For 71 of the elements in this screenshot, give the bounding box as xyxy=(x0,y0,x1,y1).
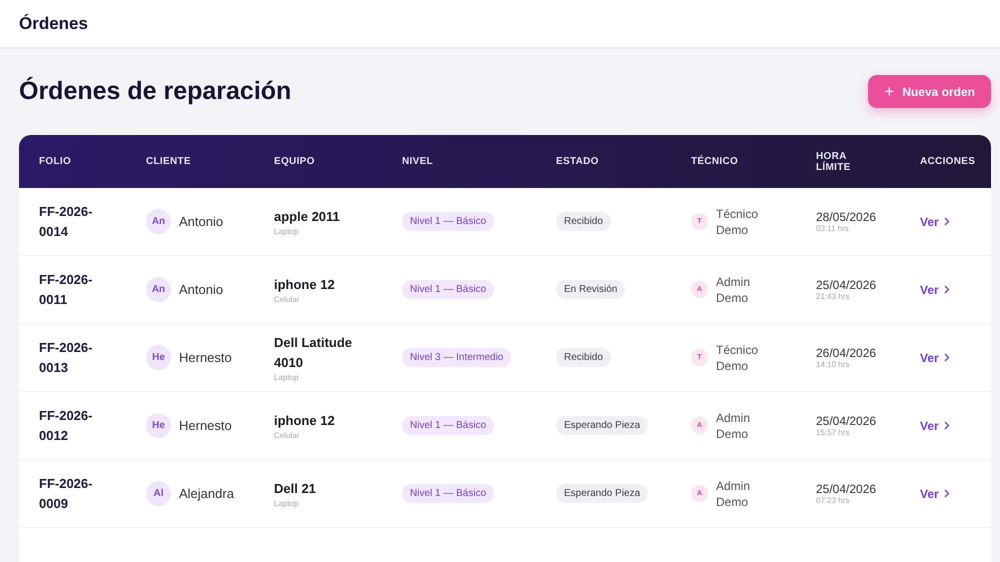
device-type: Laptop xyxy=(274,373,300,382)
client-avatar: An xyxy=(146,209,171,234)
client-name: Alejandra xyxy=(179,486,234,501)
column-header: ACCIONES xyxy=(920,156,976,167)
column-header: FOLIO xyxy=(39,156,72,167)
deadline-date: 25/04/2026 xyxy=(816,482,878,496)
chevron-right-icon xyxy=(944,353,950,362)
client-avatar: An xyxy=(146,277,171,302)
chevron-right-icon xyxy=(944,489,950,498)
status-tag: Esperando Pieza xyxy=(556,416,648,435)
view-link[interactable]: Ver xyxy=(920,282,991,296)
technician-name: Admin Demo xyxy=(716,410,752,442)
deadline-time: 14:10 hrs xyxy=(816,360,850,369)
page-title: Órdenes de reparación xyxy=(19,77,292,106)
status-tag: Recibido xyxy=(556,212,611,231)
technician-name: Admin Demo xyxy=(716,478,752,510)
deadline-time: 15:57 hrs xyxy=(816,428,850,437)
column-header: EQUIPO xyxy=(274,156,316,167)
device-name: iphone 12 xyxy=(274,276,336,294)
client-name: Antonio xyxy=(179,282,224,297)
column-header: TÉCNICO xyxy=(691,156,740,167)
new-order-button[interactable]: + Nueva orden xyxy=(868,75,991,108)
column-header: HORA LÍMITE xyxy=(816,150,852,172)
deadline-time: 21:43 hrs xyxy=(816,292,850,301)
deadline-time: 07:23 hrs xyxy=(816,496,850,505)
deadline-date: 25/04/2026 xyxy=(816,414,878,428)
client-name: Antonio xyxy=(179,214,224,229)
technician-name: Técnico Demo xyxy=(716,342,760,374)
device-name: Dell Latitude 4010 xyxy=(274,334,354,372)
device-name: apple 2011 xyxy=(274,208,341,226)
folio-cell-text: FF-2026-0009 xyxy=(39,474,94,512)
app-title: Órdenes xyxy=(19,14,88,34)
device-type: Laptop xyxy=(274,227,300,236)
level-tag: Nivel 3 — Intermedio xyxy=(402,348,512,367)
folio-cell-text: FF-2026-0011 xyxy=(39,270,94,308)
chevron-right-icon xyxy=(944,217,950,226)
client-avatar: Al xyxy=(146,481,171,506)
device-type: Celular xyxy=(274,431,300,440)
folio-cell-text: FF-2026-0013 xyxy=(39,338,94,376)
status-tag: Recibido xyxy=(556,348,611,367)
device-name: iphone 12 xyxy=(274,412,336,430)
device-type: Laptop xyxy=(274,499,300,508)
deadline-time: 03:11 hrs xyxy=(816,224,850,233)
view-link[interactable]: Ver xyxy=(920,418,991,432)
folio-cell-text: FF-2026-0014 xyxy=(39,202,94,240)
view-link[interactable]: Ver xyxy=(920,486,991,500)
client-avatar: He xyxy=(146,345,171,370)
technician-name: Admin Demo xyxy=(716,274,752,306)
device-type: Celular xyxy=(274,295,300,304)
view-link[interactable]: Ver xyxy=(920,214,991,228)
level-tag: Nivel 1 — Básico xyxy=(402,280,494,299)
device-name: Dell 21 xyxy=(274,480,317,498)
column-header: CLIENTE xyxy=(146,156,192,167)
deadline-date: 26/04/2026 xyxy=(816,346,878,360)
level-tag: Nivel 1 — Básico xyxy=(402,484,494,503)
technician-name: Técnico Demo xyxy=(716,206,760,238)
status-tag: En Revisión xyxy=(556,280,626,299)
deadline-date: 28/05/2026 xyxy=(816,210,878,224)
chevron-right-icon xyxy=(944,285,950,294)
level-tag: Nivel 1 — Básico xyxy=(402,416,494,435)
folio-cell-text: FF-2026-0012 xyxy=(39,406,94,444)
column-header: NIVEL xyxy=(402,156,434,167)
level-tag: Nivel 1 — Básico xyxy=(402,212,494,231)
view-link[interactable]: Ver xyxy=(920,350,991,364)
client-name: Hernesto xyxy=(179,418,232,433)
chevron-right-icon xyxy=(944,421,950,430)
client-avatar: He xyxy=(146,413,171,438)
deadline-date: 25/04/2026 xyxy=(816,278,878,292)
client-name: Hernesto xyxy=(179,350,232,365)
status-tag: Esperando Pieza xyxy=(556,484,648,503)
column-header: ESTADO xyxy=(556,156,600,167)
